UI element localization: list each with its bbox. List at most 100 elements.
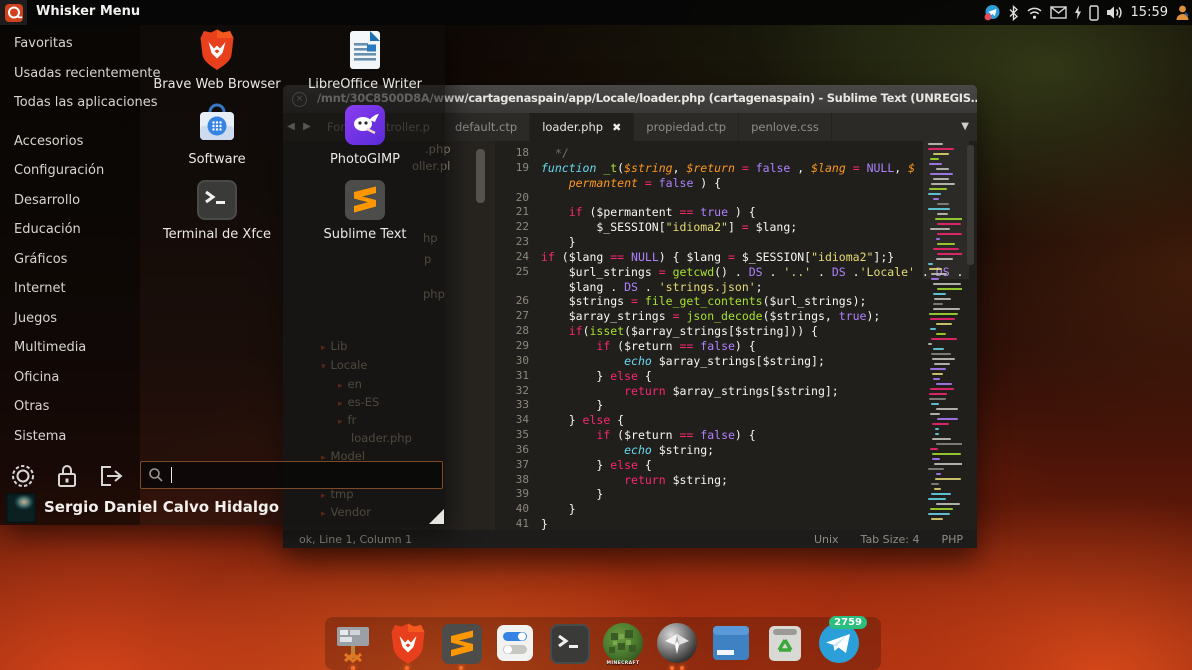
settings-button[interactable] xyxy=(8,461,38,491)
minimap-line xyxy=(929,393,947,395)
syntax-mode[interactable]: PHP xyxy=(941,533,963,546)
minimap-line xyxy=(931,278,939,280)
sidebar-item-configuraci-n[interactable]: Configuración xyxy=(0,156,140,186)
tab-size[interactable]: Tab Size: 4 xyxy=(861,533,920,546)
app-item-terminal[interactable]: Terminal de Xfce xyxy=(147,177,287,251)
code-token: , xyxy=(673,161,687,175)
wifi-icon[interactable] xyxy=(1026,6,1043,20)
sidebar-scrollbar[interactable] xyxy=(476,149,485,203)
volume-icon[interactable] xyxy=(1106,5,1124,20)
app-item-brave[interactable]: Brave Web Browser xyxy=(147,27,287,101)
sidebar-item-internet[interactable]: Internet xyxy=(0,274,140,304)
line-number: 24 xyxy=(495,250,541,265)
minimap-line xyxy=(931,338,957,340)
line-number: 22 xyxy=(495,220,541,235)
lock-screen-button[interactable] xyxy=(52,461,82,491)
mail-icon[interactable] xyxy=(1050,6,1067,19)
sidebar-item-usadas-recientemente[interactable]: Usadas recientemente xyxy=(0,59,140,89)
code-line: 40 } xyxy=(495,502,977,517)
code-editor[interactable]: 18 */19function _t($string, $return = fa… xyxy=(495,141,977,530)
code-line: 41} xyxy=(495,517,977,530)
telegram-tray-icon[interactable] xyxy=(984,4,1001,21)
tab-loader-php[interactable]: loader.php✖ xyxy=(530,113,634,141)
code-token: ];} xyxy=(873,250,894,264)
dock-item-xfce-terminal[interactable] xyxy=(547,621,591,669)
dock-item-minecraft[interactable]: MINECRAFT xyxy=(601,621,645,669)
code-token xyxy=(638,176,645,190)
dock-item-file-manager[interactable] xyxy=(709,621,753,669)
tab-default-ctp[interactable]: default.ctp xyxy=(443,113,530,141)
tab-close-icon[interactable]: ✖ xyxy=(612,121,621,134)
sidebar-item-todas-las-aplicaciones[interactable]: Todas las aplicaciones xyxy=(0,88,140,118)
sublime-text-icon xyxy=(439,621,483,665)
minimap-line xyxy=(932,458,940,460)
code-token xyxy=(624,250,631,264)
logout-icon xyxy=(97,463,125,489)
minimap-line xyxy=(932,438,951,440)
minimap[interactable] xyxy=(928,143,962,528)
clock[interactable]: 15:59 xyxy=(1131,5,1168,20)
user-switch-icon[interactable] xyxy=(1175,4,1190,21)
desktop: × /mnt/30C8500D8A/www/cartagenaspain/app… xyxy=(0,0,1192,670)
whisker-menu-icon xyxy=(4,3,24,23)
bluetooth-icon[interactable] xyxy=(1008,5,1019,21)
sidebar-item-desarrollo[interactable]: Desarrollo xyxy=(0,186,140,216)
tab-propiedad-ctp[interactable]: propiedad.ctp xyxy=(634,113,739,141)
app-item-writer[interactable]: LibreOffice Writer xyxy=(295,27,435,101)
line-endings[interactable]: Unix xyxy=(814,533,839,546)
trash-icon xyxy=(763,621,807,665)
sidebar-item-accesorios[interactable]: Accesorios xyxy=(0,127,140,157)
code-token: } xyxy=(541,502,576,516)
dock-item-telegram[interactable]: 2759 xyxy=(817,621,861,669)
phone-device-icon[interactable] xyxy=(1089,5,1099,21)
menu-resize-grip[interactable] xyxy=(429,509,444,524)
code-line: $lang . DS . 'strings.json'; xyxy=(495,280,977,295)
sidebar-item-sistema[interactable]: Sistema xyxy=(0,422,140,452)
code-line: 38 return $string; xyxy=(495,473,977,488)
whisker-menu-button[interactable] xyxy=(0,0,27,25)
power-bolt-icon[interactable] xyxy=(1074,5,1082,20)
sidebar-item-juegos[interactable]: Juegos xyxy=(0,304,140,334)
dock-item-tlauncher[interactable] xyxy=(655,621,699,669)
log-out-button[interactable] xyxy=(96,461,126,491)
code-token: = xyxy=(659,265,666,279)
sidebar-item-favoritas[interactable]: Favoritas xyxy=(0,29,140,59)
code-token: return xyxy=(624,473,666,487)
dock-item-settings[interactable] xyxy=(493,621,537,669)
sidebar-item-otras[interactable]: Otras xyxy=(0,392,140,422)
sidebar-item-educaci-n[interactable]: Educación xyxy=(0,215,140,245)
dock-item-trash[interactable] xyxy=(763,621,807,669)
code-token: = xyxy=(645,176,652,190)
dock-item-brave-browser[interactable] xyxy=(385,621,429,669)
minimap-line xyxy=(930,448,938,450)
dock-item-menu-editor[interactable] xyxy=(331,621,375,669)
code-token: ($url_strings); xyxy=(763,294,867,308)
code-line: 30 echo $array_strings[$string]; xyxy=(495,354,977,369)
sublime-statusbar: ok, Line 1, Column 1 Unix Tab Size: 4 PH… xyxy=(283,530,977,548)
minimap-line xyxy=(928,148,954,150)
app-item-photogimp[interactable]: PhotoGIMP xyxy=(295,102,435,176)
line-number: 26 xyxy=(495,294,541,309)
minimap-line xyxy=(936,258,953,260)
search-box[interactable] xyxy=(140,461,443,489)
sidebar-item-oficina[interactable]: Oficina xyxy=(0,363,140,393)
sidebar-item-gr-ficos[interactable]: Gráficos xyxy=(0,245,140,275)
app-item-sublime[interactable]: Sublime Text xyxy=(295,177,435,251)
editor-scrollbar[interactable] xyxy=(967,145,974,265)
code-token: $return xyxy=(686,161,734,175)
search-input[interactable] xyxy=(169,463,433,487)
brave-icon xyxy=(194,27,240,73)
code-token: = xyxy=(631,294,638,308)
tab-penlove-css[interactable]: penlove.css xyxy=(739,113,832,141)
code-token: return xyxy=(624,384,666,398)
tab-list-dropdown-icon[interactable]: ▼ xyxy=(961,113,969,141)
writer-icon xyxy=(342,27,388,73)
app-item-software[interactable]: Software xyxy=(147,102,287,176)
code-token: } xyxy=(541,517,548,530)
sidebar-item-multimedia[interactable]: Multimedia xyxy=(0,333,140,363)
code-token: echo xyxy=(624,443,652,457)
user-row[interactable]: Sergio Daniel Calvo Hidalgo xyxy=(0,491,445,525)
dock-item-sublime-text[interactable] xyxy=(439,621,483,669)
minimap-line xyxy=(930,173,953,175)
line-number: 21 xyxy=(495,205,541,220)
